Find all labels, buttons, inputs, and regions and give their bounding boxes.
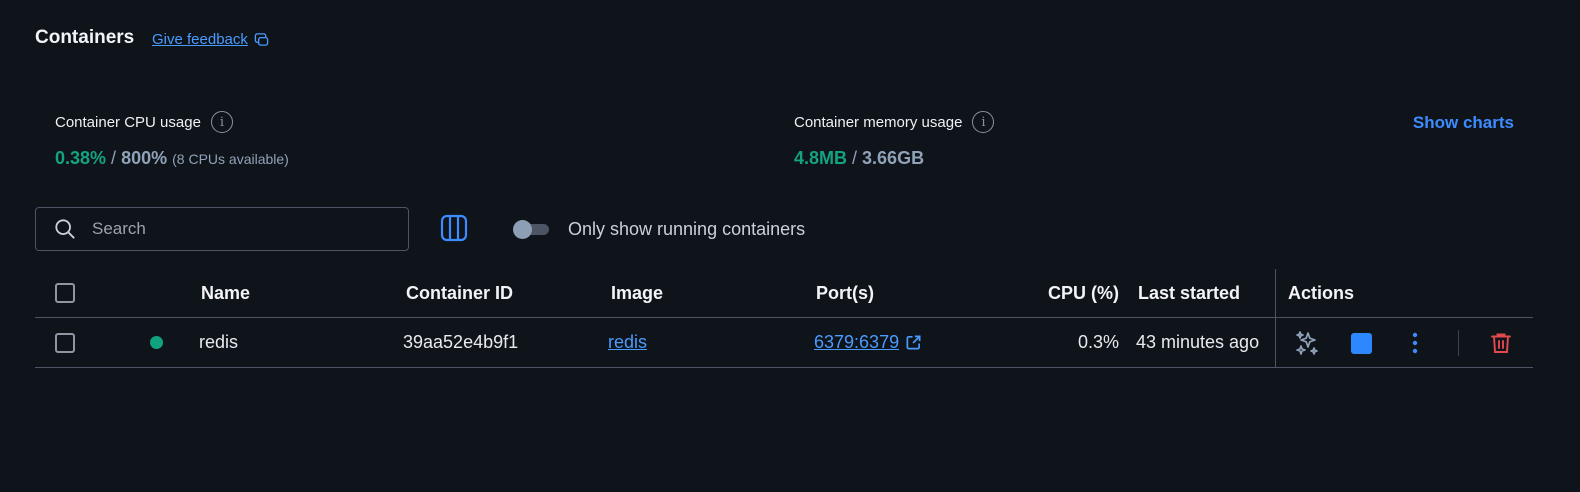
header-container-id[interactable]: Container ID <box>406 269 513 317</box>
header-image[interactable]: Image <box>611 269 663 317</box>
container-id: 39aa52e4b9f1 <box>403 332 519 352</box>
last-started-value: 43 minutes ago <box>1136 332 1260 352</box>
more-options-icon[interactable] <box>1402 330 1428 356</box>
header-last-started[interactable]: Last started <box>1138 269 1240 317</box>
columns-icon[interactable] <box>440 214 468 242</box>
external-link-icon <box>906 335 921 350</box>
info-icon[interactable]: i <box>972 111 995 133</box>
feedback-icon <box>254 33 269 46</box>
running-only-label: Only show running containers <box>568 219 806 239</box>
cpu-usage-label-row: Container CPU usage i <box>55 111 233 133</box>
stop-button[interactable] <box>1348 330 1374 356</box>
running-only-toggle[interactable] <box>513 220 550 239</box>
cpu-value: 0.3% <box>1078 332 1120 352</box>
memory-separator: / <box>847 148 863 168</box>
memory-usage-label: Container memory usage <box>794 113 963 131</box>
port-link[interactable]: 6379:6379 <box>814 332 922 353</box>
memory-usage-label-row: Container memory usage i <box>794 111 995 133</box>
port-label: 6379:6379 <box>814 332 900 352</box>
container-name[interactable]: redis <box>199 318 238 367</box>
select-all-cell <box>55 269 75 317</box>
header-name[interactable]: Name <box>201 269 250 317</box>
toggle-knob <box>513 220 532 239</box>
page-title: Containers <box>35 27 135 48</box>
memory-total: 3.66GB <box>862 148 925 168</box>
stop-icon <box>1350 332 1372 354</box>
header-cpu[interactable]: CPU (%) <box>1048 269 1119 317</box>
trash-icon[interactable] <box>1488 330 1514 356</box>
sparkle-icon[interactable] <box>1294 330 1320 356</box>
status-cell <box>150 318 163 367</box>
image-cell: redis <box>608 318 647 367</box>
cpu-used: 0.38% <box>55 148 107 168</box>
give-feedback-label: Give feedback <box>152 31 248 48</box>
memory-used: 4.8MB <box>794 148 848 168</box>
cpu-usage-value: 0.38% / 800% (8 CPUs available) <box>55 148 289 169</box>
cpu-separator: / <box>106 148 122 168</box>
actions-separator <box>1458 330 1459 356</box>
give-feedback-link[interactable]: Give feedback <box>152 31 269 48</box>
info-icon[interactable]: i <box>210 111 233 133</box>
containers-page: Containers Give feedback Container CPU u… <box>0 0 1580 492</box>
select-all-checkbox[interactable] <box>55 283 75 303</box>
cpu-usage-label: Container CPU usage <box>55 113 201 131</box>
search-icon <box>55 219 75 239</box>
running-status-dot <box>150 336 163 349</box>
cpu-total: 800% <box>121 148 168 168</box>
memory-usage-value: 4.8MB / 3.66GB <box>794 148 924 169</box>
show-charts-button[interactable]: Show charts <box>1413 113 1514 133</box>
search-input[interactable] <box>90 218 374 240</box>
header-ports[interactable]: Port(s) <box>816 269 874 317</box>
ports-cell: 6379:6379 <box>814 318 922 367</box>
row-checkbox[interactable] <box>55 332 75 353</box>
image-link[interactable]: redis <box>608 332 647 353</box>
table-row[interactable]: redis 39aa52e4b9f1 redis 6379:6379 0.3% … <box>35 318 1533 368</box>
table-header: Name Container ID Image Port(s) CPU (%) … <box>35 269 1533 318</box>
row-select-cell <box>55 318 75 367</box>
cpu-available-note: (8 CPUs available) <box>172 151 289 167</box>
search-box <box>35 207 409 251</box>
containers-table: Name Container ID Image Port(s) CPU (%) … <box>35 269 1533 368</box>
header-actions: Actions <box>1288 282 1355 303</box>
